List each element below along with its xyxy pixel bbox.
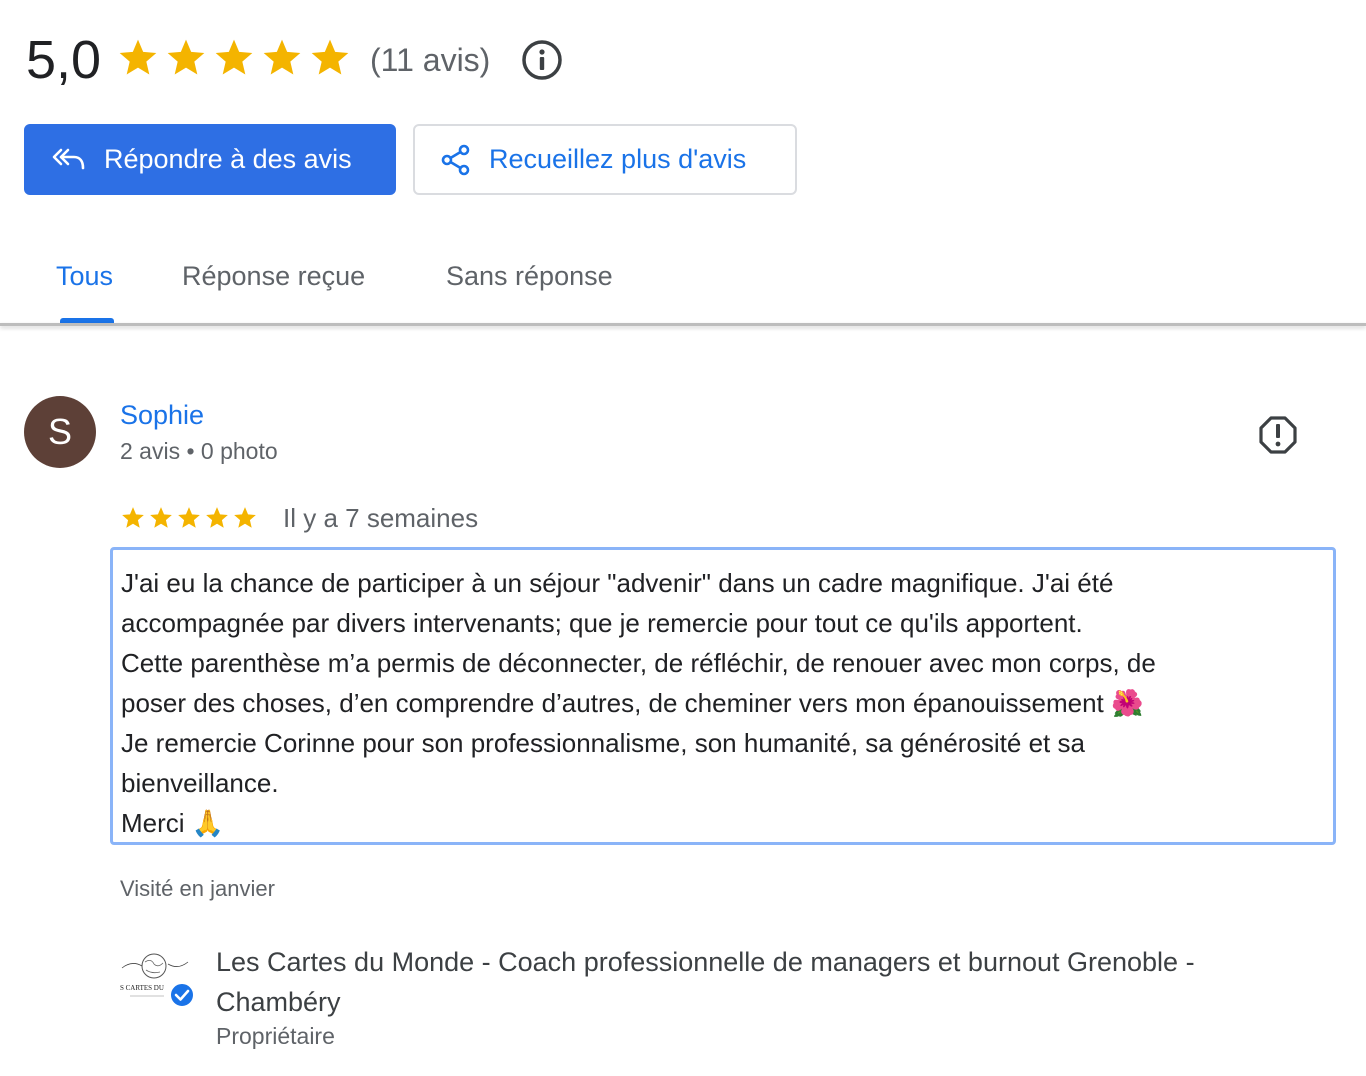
- review-stars: [120, 503, 258, 533]
- star-icon: [122, 507, 144, 528]
- review-time: Il y a 7 semaines: [283, 503, 479, 533]
- star-icon: [167, 39, 205, 75]
- tab-unreplied[interactable]: Sans réponse: [446, 258, 613, 294]
- reply-all-icon: [52, 148, 85, 169]
- info-icon[interactable]: [520, 38, 564, 82]
- star-icon: [206, 507, 228, 528]
- visit-date: Visité en janvier: [120, 876, 275, 901]
- owner-name: Les Cartes du Monde - Coach professionne…: [216, 947, 1195, 1017]
- collect-more-reviews-label: Recueillez plus d'avis: [489, 144, 747, 174]
- avatar-letter: S: [47, 411, 72, 452]
- reviewer-meta: 2 avis • 0 photo: [120, 438, 278, 464]
- owner-logo: S CARTES DU: [120, 953, 194, 1008]
- average-rating: 5,0: [26, 30, 102, 90]
- share-icon: [441, 144, 470, 175]
- tab-all[interactable]: Tous: [56, 258, 113, 294]
- owner-logo-text: S CARTES DU: [120, 984, 164, 992]
- star-icon: [119, 39, 157, 75]
- tab-replied[interactable]: Réponse reçue: [182, 258, 365, 294]
- tabs-divider: [0, 323, 1366, 326]
- star-icon: [311, 39, 349, 75]
- review-count: (11 avis): [370, 42, 491, 78]
- star-icon: [263, 39, 301, 75]
- report-icon[interactable]: [1258, 415, 1298, 455]
- average-stars: [116, 36, 352, 84]
- star-icon: [234, 507, 256, 528]
- star-icon: [150, 507, 172, 528]
- review-text[interactable]: J'ai eu la chance de participer à un séj…: [110, 547, 1336, 845]
- avatar[interactable]: S: [24, 396, 96, 468]
- star-icon: [215, 39, 253, 75]
- star-icon: [178, 507, 200, 528]
- owner-role: Propriétaire: [216, 1023, 335, 1049]
- collect-more-reviews-button[interactable]: Recueillez plus d'avis: [413, 124, 797, 195]
- reviewer-name[interactable]: Sophie: [120, 398, 204, 432]
- reply-to-reviews-button[interactable]: Répondre à des avis: [24, 124, 396, 195]
- reply-to-reviews-label: Répondre à des avis: [104, 144, 352, 174]
